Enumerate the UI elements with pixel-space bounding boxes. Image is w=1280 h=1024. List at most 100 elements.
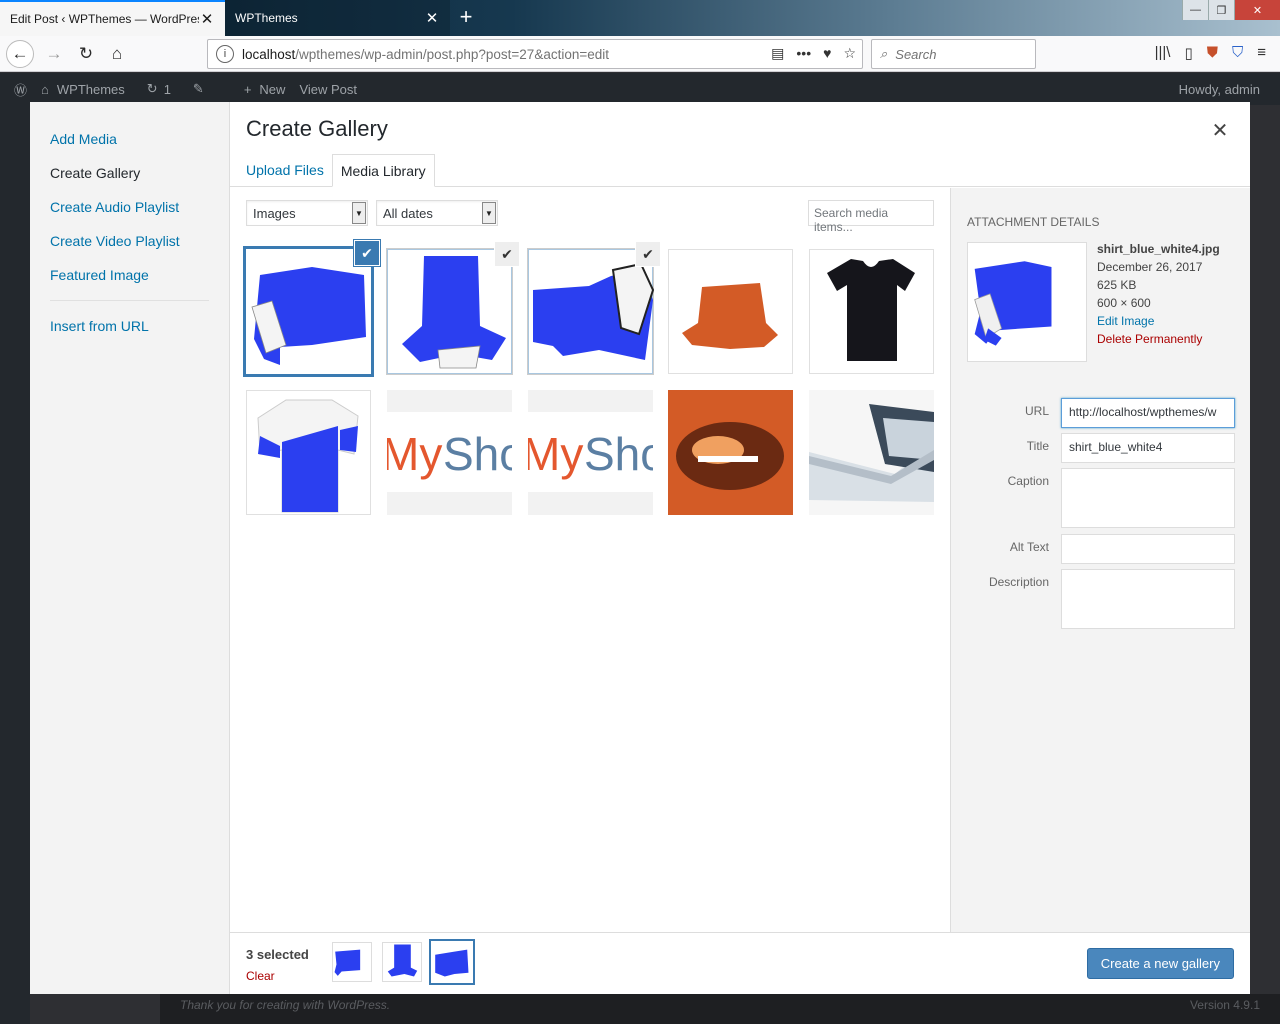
maximize-icon[interactable]: ❐: [1208, 0, 1234, 20]
orange-hat-image: [682, 283, 778, 349]
orange-photo-image: [668, 390, 793, 515]
menu-create-video-playlist[interactable]: Create Video Playlist: [30, 224, 229, 258]
close-window-icon[interactable]: ✕: [1234, 0, 1280, 20]
search-icon: ⌕: [880, 46, 888, 61]
edit-image-link[interactable]: Edit Image: [1097, 312, 1220, 330]
selected-thumbnail[interactable]: [332, 942, 372, 982]
wp-admin-bar: Ⓦ ⌂ WPThemes ↻ 1 ✎ + New View Post Howdy…: [0, 73, 1280, 105]
reload-icon[interactable]: ↻: [72, 40, 100, 68]
url-field[interactable]: http://localhost/wpthemes/w: [1061, 398, 1235, 428]
tab-media-library[interactable]: Media Library: [331, 154, 435, 187]
new-tab-button[interactable]: +: [452, 4, 480, 30]
url-host: localhost: [242, 46, 296, 62]
caption-textarea[interactable]: [1061, 468, 1235, 528]
menu-add-media[interactable]: Add Media: [30, 122, 229, 156]
minimize-icon[interactable]: —: [1182, 0, 1208, 20]
attachment-tile[interactable]: [668, 249, 793, 374]
sidebar-icon[interactable]: ▯: [1184, 44, 1192, 62]
attachment-tile[interactable]: [246, 390, 371, 515]
attachment-tile[interactable]: ✔: [387, 242, 519, 374]
pocket-icon[interactable]: ♥: [823, 45, 831, 62]
title-field[interactable]: shirt_blue_white4: [1061, 433, 1235, 463]
alt-text-label: Alt Text: [1009, 540, 1049, 554]
bookmark-star-icon[interactable]: ☆: [843, 45, 856, 62]
attachment-tile[interactable]: [809, 390, 934, 515]
site-info-icon[interactable]: i: [216, 45, 234, 63]
description-textarea[interactable]: [1061, 569, 1235, 629]
attachment-dimensions: 600 × 600: [1097, 296, 1151, 310]
close-icon[interactable]: ✕: [1208, 118, 1232, 143]
library-icon[interactable]: |||\: [1155, 44, 1171, 62]
svg-text:Sho: Sho: [584, 428, 653, 480]
svg-text:My: My: [387, 428, 442, 480]
window-controls: — ❐ ✕: [1182, 0, 1280, 20]
attachment-tile[interactable]: [668, 390, 793, 515]
close-tab-icon[interactable]: ✕: [199, 10, 215, 28]
laptop-image: [809, 390, 934, 515]
tab-edit-post[interactable]: Edit Post ‹ WPThemes — WordPress ✕: [0, 0, 225, 36]
clear-selection-link[interactable]: Clear: [246, 969, 275, 983]
attachments-grid: ✔✔✔MyShoMySho: [230, 188, 950, 932]
attachment-details-sidebar: Attachment Details shirt_blue_white4.jpg…: [950, 188, 1250, 932]
attachment-size: 625 KB: [1097, 278, 1137, 292]
comments-icon[interactable]: ✎: [193, 81, 204, 97]
menu-insert-from-url[interactable]: Insert from URL: [30, 309, 229, 343]
attachment-tile[interactable]: MySho: [528, 390, 653, 515]
wordpress-logo-icon[interactable]: Ⓦ: [14, 80, 27, 99]
modal-title: Create Gallery: [246, 116, 388, 141]
howdy-user[interactable]: Howdy, admin: [1179, 82, 1260, 97]
wp-footer: Thank you for creating with WordPress. V…: [160, 994, 1280, 1024]
back-arrow-icon[interactable]: ←: [6, 40, 34, 68]
close-tab-icon[interactable]: ✕: [424, 9, 440, 27]
selected-thumbnail[interactable]: [432, 942, 472, 982]
media-frame-toolbar: 3 selected Clear Create a new gallery: [230, 932, 1250, 994]
selected-thumbnail[interactable]: [382, 942, 422, 982]
alt-text-field[interactable]: [1061, 534, 1235, 564]
checkmark-icon[interactable]: ✔: [495, 242, 519, 266]
shirt-thumbnail-image: [334, 949, 361, 976]
checkmark-icon[interactable]: ✔: [636, 242, 660, 266]
attachment-filename: shirt_blue_white4.jpg: [1097, 242, 1220, 256]
checkmark-icon[interactable]: ✔: [355, 241, 379, 265]
media-library-content: Images ▼ All dates ▼ Search media items.…: [230, 188, 950, 932]
attachment-tile[interactable]: ✔: [246, 241, 379, 374]
search-placeholder: Search: [895, 46, 937, 62]
attachment-tile[interactable]: ✔: [528, 242, 660, 374]
reader-view-icon[interactable]: ▤: [771, 45, 784, 62]
create-new-gallery-button[interactable]: Create a new gallery: [1086, 948, 1234, 979]
browser-nav-bar: ← → ↻ ⌂ i localhost/wpthemes/wp-admin/po…: [0, 36, 1280, 72]
home-icon[interactable]: ⌂: [103, 40, 131, 68]
selection-thumbnails: [332, 942, 472, 982]
shirt-blue-white-3-image: [402, 256, 506, 369]
new-plus-icon: +: [243, 81, 252, 97]
myshop-logo-1-image: MySho: [387, 390, 512, 515]
extension-shield-icon[interactable]: ⛉: [1232, 44, 1243, 62]
attachment-tile[interactable]: [809, 249, 934, 374]
menu-create-audio-playlist[interactable]: Create Audio Playlist: [30, 190, 229, 224]
wp-admin-sidebar: [0, 105, 30, 1024]
media-router-tabs: Upload Files Media Library: [230, 154, 1250, 187]
site-name[interactable]: WPThemes: [57, 82, 125, 97]
browser-toolbar-icons: |||\ ▯ ⛊ ⛉ ≡: [1155, 44, 1266, 62]
tab-upload-files[interactable]: Upload Files: [238, 154, 332, 186]
tab-title: WPThemes: [235, 11, 298, 25]
forward-arrow-icon[interactable]: →: [40, 40, 68, 68]
delete-permanently-link[interactable]: Delete Permanently: [1097, 330, 1220, 348]
menu-icon[interactable]: ≡: [1257, 44, 1266, 62]
tab-title: Edit Post ‹ WPThemes — WordPress: [10, 12, 199, 26]
new-content-link[interactable]: New: [259, 82, 285, 97]
tab-wpthemes[interactable]: WPThemes ✕: [225, 0, 450, 36]
shirt-thumbnail-image: [387, 944, 418, 977]
menu-create-gallery[interactable]: Create Gallery: [30, 156, 229, 190]
page-actions-icon[interactable]: •••: [796, 45, 811, 62]
attachment-tile[interactable]: MySho: [387, 390, 512, 515]
browser-search-input[interactable]: ⌕ Search: [871, 39, 1036, 69]
description-label: Description: [988, 575, 1049, 589]
title-label: Title: [1026, 439, 1049, 453]
address-bar[interactable]: i localhost/wpthemes/wp-admin/post.php?p…: [207, 39, 863, 69]
menu-featured-image[interactable]: Featured Image: [30, 258, 229, 292]
ublock-icon[interactable]: ⛊: [1207, 44, 1218, 62]
updates-icon[interactable]: ↻: [147, 81, 158, 97]
updates-count: 1: [163, 81, 171, 97]
view-post-link[interactable]: View Post: [299, 82, 357, 97]
